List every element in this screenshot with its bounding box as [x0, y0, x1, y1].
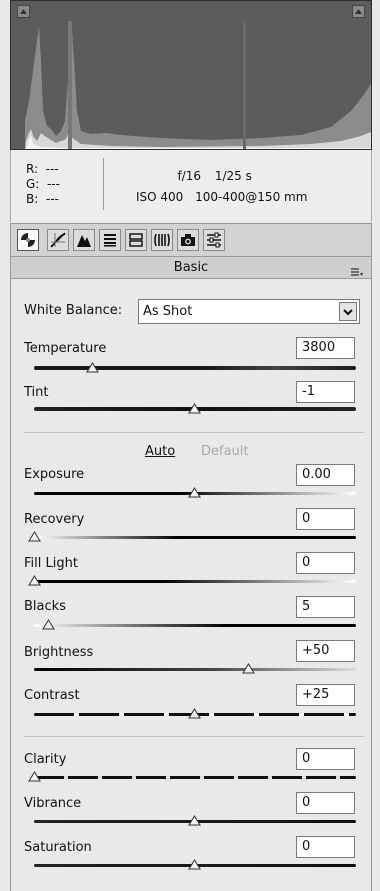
contrast-field[interactable]: +25: [296, 684, 355, 706]
clarity-slider[interactable]: [34, 776, 356, 779]
panel-title: Basic: [173, 260, 209, 275]
basic-icon[interactable]: [17, 229, 39, 251]
fill-light-label: Fill Light: [24, 556, 78, 571]
default-link[interactable]: Default: [201, 444, 249, 459]
temperature-field[interactable]: 3800: [296, 337, 355, 359]
temperature-slider[interactable]: [34, 366, 356, 370]
white-balance-label: White Balance:: [24, 303, 123, 318]
tint-field[interactable]: -1: [296, 381, 355, 403]
split-toning-icon[interactable]: [125, 229, 147, 251]
blacks-thumb[interactable]: [42, 619, 55, 630]
brightness-label: Brightness: [24, 645, 94, 660]
tint-thumb[interactable]: [188, 403, 201, 414]
recovery-slider[interactable]: [34, 536, 356, 539]
divider: [24, 736, 364, 737]
camera-calibration-icon[interactable]: [177, 229, 199, 251]
temperature-label: Temperature: [24, 341, 107, 356]
white-balance-value: As Shot: [143, 304, 193, 319]
r-readout: R: ---: [26, 162, 59, 176]
contrast-thumb[interactable]: [188, 708, 201, 719]
temperature-thumb[interactable]: [86, 362, 99, 373]
exposure-field[interactable]: 0.00: [296, 464, 355, 486]
aperture: f/16: [177, 169, 201, 183]
exposure-label: Exposure: [24, 467, 85, 482]
iso: ISO 400: [136, 190, 184, 204]
vibrance-field[interactable]: 0: [296, 792, 355, 814]
recovery-field[interactable]: 0: [296, 508, 355, 530]
fill-light-thumb[interactable]: [28, 575, 41, 586]
brightness-thumb[interactable]: [242, 663, 255, 674]
brightness-field[interactable]: +50: [296, 640, 355, 662]
panel-tabs: [10, 223, 372, 257]
blacks-slider[interactable]: [34, 624, 356, 627]
histogram-graph: [11, 1, 371, 149]
auto-link[interactable]: Auto: [145, 444, 175, 459]
shutter-speed: 1/25 s: [214, 169, 252, 183]
g-readout: G: ---: [26, 177, 60, 191]
fill-light-field[interactable]: 0: [296, 552, 355, 574]
hsl-icon[interactable]: [99, 229, 121, 251]
recovery-thumb[interactable]: [28, 531, 41, 542]
vibrance-thumb[interactable]: [188, 815, 201, 826]
exposure-thumb[interactable]: [188, 487, 201, 498]
histogram: [10, 0, 372, 150]
divider: [24, 432, 364, 433]
highlight-clipping-toggle[interactable]: [352, 5, 365, 18]
presets-icon[interactable]: [203, 229, 225, 251]
recovery-label: Recovery: [24, 512, 85, 527]
lens-corrections-icon[interactable]: [151, 229, 173, 251]
vibrance-label: Vibrance: [24, 796, 82, 811]
clarity-label: Clarity: [24, 752, 67, 767]
clarity-field[interactable]: 0: [296, 748, 355, 770]
tint-label: Tint: [24, 385, 49, 400]
blacks-field[interactable]: 5: [296, 596, 355, 618]
lens: 100-400@150 mm: [195, 190, 308, 204]
b-readout: B: ---: [26, 192, 59, 206]
saturation-label: Saturation: [24, 840, 92, 855]
info-divider: [103, 158, 104, 210]
image-info: R: --- G: --- B: --- f/16 1/25 s ISO 400…: [10, 150, 372, 222]
brightness-slider[interactable]: [34, 668, 356, 671]
clarity-thumb[interactable]: [28, 771, 41, 782]
detail-icon[interactable]: [73, 229, 95, 251]
tone-curve-icon[interactable]: [47, 229, 69, 251]
white-balance-select[interactable]: As Shot: [138, 299, 360, 324]
rgb-readout: R: --- G: --- B: ---: [26, 162, 60, 207]
saturation-field[interactable]: 0: [296, 836, 355, 858]
fill-light-slider[interactable]: [34, 580, 356, 583]
panel-header: Basic: [10, 257, 372, 279]
blacks-label: Blacks: [24, 599, 66, 614]
saturation-thumb[interactable]: [188, 859, 201, 870]
contrast-label: Contrast: [24, 688, 80, 703]
shadow-clipping-toggle[interactable]: [17, 5, 30, 18]
exif-info: f/16 1/25 s ISO 400 100-400@150 mm: [136, 166, 307, 208]
chevron-down-icon[interactable]: [339, 302, 357, 321]
